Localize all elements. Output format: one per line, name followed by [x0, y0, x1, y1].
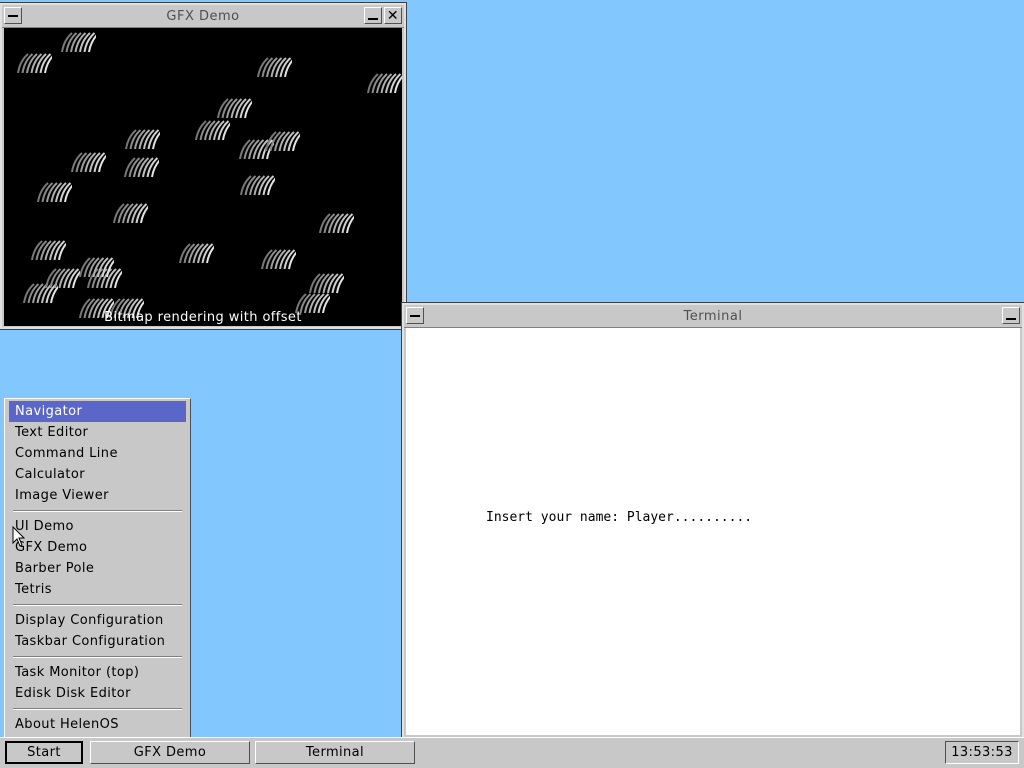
menu-item-navigator[interactable]: Navigator	[9, 401, 186, 422]
bitmap-sprite	[71, 152, 106, 172]
start-button[interactable]: Start	[5, 741, 83, 764]
taskbar: Start GFX Demo Terminal 13:53:53	[0, 737, 1024, 768]
mouse-cursor-icon	[12, 526, 26, 547]
close-icon[interactable]: ✕	[384, 7, 402, 24]
menu-item-ui-demo[interactable]: UI Demo	[9, 516, 186, 537]
terminal-titlebar[interactable]: Terminal	[404, 305, 1022, 328]
bitmap-sprite	[195, 120, 230, 140]
menu-item-command-line[interactable]: Command Line	[9, 443, 186, 464]
minimize-icon[interactable]	[1002, 307, 1020, 324]
bitmap-sprite	[309, 273, 344, 293]
menu-item-tetris[interactable]: Tetris	[9, 579, 186, 600]
menu-item-image-viewer[interactable]: Image Viewer	[9, 485, 186, 506]
menu-item-edisk-disk-editor[interactable]: Edisk Disk Editor	[9, 683, 186, 704]
window-title: Terminal	[683, 308, 743, 324]
bitmap-sprite	[124, 157, 159, 177]
window-menu-icon[interactable]	[4, 7, 22, 24]
bitmap-sprite	[17, 53, 52, 73]
menu-separator	[13, 604, 182, 606]
clock: 13:53:53	[945, 741, 1019, 764]
bitmap-sprite	[319, 213, 354, 233]
bitmap-sprite	[217, 98, 252, 118]
minimize-icon[interactable]	[364, 7, 382, 24]
bitmap-sprite	[240, 175, 275, 195]
bitmap-sprite	[79, 257, 114, 277]
terminal-screen[interactable]: Insert your name: Player..........	[406, 328, 1020, 735]
menu-item-task-monitor-top[interactable]: Task Monitor (top)	[9, 662, 186, 683]
window-title: GFX Demo	[166, 8, 240, 24]
menu-item-gfx-demo[interactable]: GFX Demo	[9, 537, 186, 558]
task-button-gfx-demo[interactable]: GFX Demo	[90, 741, 250, 764]
menu-item-barber-pole[interactable]: Barber Pole	[9, 558, 186, 579]
canvas-caption: Bitmap rendering with offset	[104, 310, 302, 325]
gfx-canvas: Bitmap rendering with offset	[4, 28, 402, 326]
menu-separator	[13, 510, 182, 512]
window-menu-icon[interactable]	[406, 307, 424, 324]
menu-item-text-editor[interactable]: Text Editor	[9, 422, 186, 443]
bitmap-sprite	[37, 182, 72, 202]
bitmap-sprite	[31, 240, 66, 260]
start-menu: Navigator Text Editor Command Line Calculat…	[4, 398, 191, 739]
terminal-text: Insert your name: Player..........	[486, 510, 753, 525]
bitmap-sprite	[261, 249, 296, 269]
bitmap-sprite	[113, 203, 148, 223]
gfx-demo-window[interactable]: GFX Demo ✕ Bitmap rendering with offset	[0, 2, 407, 330]
bitmap-sprite	[265, 131, 300, 151]
menu-separator	[13, 708, 182, 710]
gfx-demo-titlebar[interactable]: GFX Demo ✕	[2, 5, 404, 28]
terminal-window[interactable]: Terminal Insert your name: Player.......…	[401, 302, 1024, 740]
menu-item-taskbar-configuration[interactable]: Taskbar Configuration	[9, 631, 186, 652]
bitmap-sprite	[257, 57, 292, 77]
menu-item-about-helenos[interactable]: About HelenOS	[9, 714, 186, 735]
menu-item-calculator[interactable]: Calculator	[9, 464, 186, 485]
bitmap-sprite	[179, 243, 214, 263]
bitmap-sprite	[367, 73, 402, 93]
bitmap-sprite	[125, 129, 160, 149]
menu-item-display-configuration[interactable]: Display Configuration	[9, 610, 186, 631]
task-button-terminal[interactable]: Terminal	[255, 741, 415, 764]
menu-separator	[13, 656, 182, 658]
bitmap-sprite	[61, 32, 96, 52]
